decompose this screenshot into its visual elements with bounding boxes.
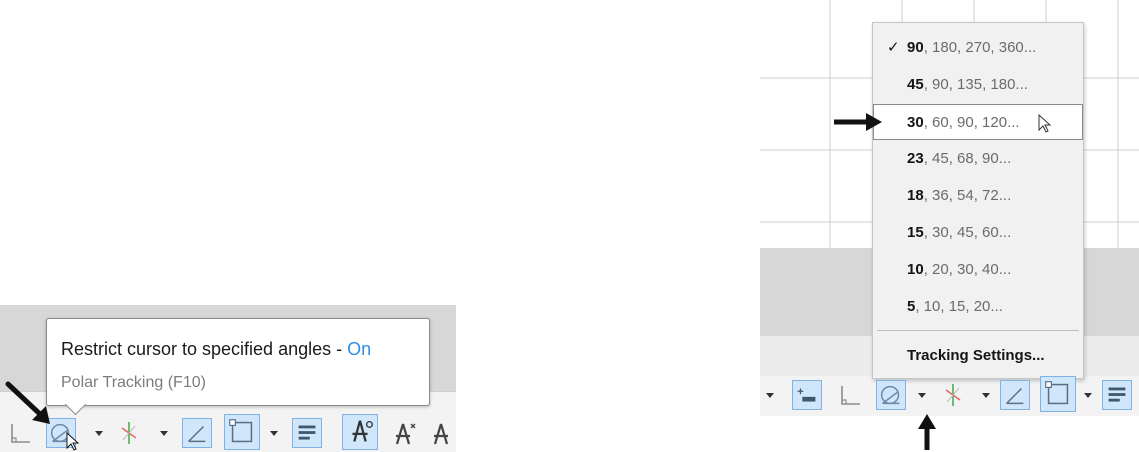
polar-tracking-icon[interactable] [876,380,906,410]
menu-item-15[interactable]: 15, 30, 45, 60... [873,215,1083,251]
object-snap-icon[interactable] [1040,376,1076,412]
isodraft-dropdown-arrow[interactable] [158,418,170,448]
object-snap-dropdown-arrow[interactable] [268,418,280,448]
tracking-settings-menu-item[interactable]: Tracking Settings... [873,338,1083,374]
arrow-pointer-icon [834,113,882,131]
tooltip-title: Restrict cursor to specified angles - On [61,339,372,359]
dynamic-input-icon[interactable] [792,380,822,410]
isodraft-icon[interactable] [938,380,968,410]
menu-item-45[interactable]: 45, 90, 135, 180... [873,67,1083,103]
tooltip-subtitle: Polar Tracking (F10) [61,374,206,391]
menu-separator [877,330,1079,331]
toolbar-dropdown-arrow[interactable] [764,380,776,410]
menu-item-18[interactable]: 18, 36, 54, 72... [873,178,1083,214]
mouse-cursor-icon [1038,114,1052,133]
object-snap-tracking-icon[interactable] [1000,380,1030,410]
arrow-pointer-icon [918,414,936,450]
lineweight-icon[interactable] [292,418,322,448]
menu-item-23[interactable]: 23, 45, 68, 90... [873,141,1083,177]
object-snap-tracking-icon[interactable] [182,418,212,448]
isodraft-dropdown-arrow[interactable] [980,380,992,410]
arrow-pointer-icon [5,381,50,424]
annotation-scale-icon[interactable] [342,414,378,450]
annotation-autoscale-icon[interactable] [390,418,420,448]
annotation-visibility-icon[interactable] [426,418,456,448]
check-icon: ✓ [887,39,900,56]
polar-tracking-tooltip: Restrict cursor to specified angles - On… [46,318,430,406]
mouse-cursor-icon [66,432,80,451]
polar-dropdown-arrow[interactable] [916,380,928,410]
object-snap-icon[interactable] [224,414,260,450]
ortho-icon[interactable] [834,380,864,410]
menu-item-30[interactable]: 30, 60, 90, 120... [873,104,1083,140]
menu-item-10[interactable]: 10, 20, 30, 40... [873,252,1083,288]
menu-item-90[interactable]: ✓ 90, 180, 270, 360... [873,30,1083,66]
polar-dropdown-arrow[interactable] [93,418,105,448]
lineweight-icon[interactable] [1102,380,1132,410]
isodraft-icon[interactable] [114,418,144,448]
menu-item-5[interactable]: 5, 10, 15, 20... [873,289,1083,325]
polar-angle-menu: ✓ 90, 180, 270, 360... 45, 90, 135, 180.… [872,22,1084,379]
object-snap-dropdown-arrow[interactable] [1082,380,1094,410]
tooltip-state: On [347,339,372,359]
